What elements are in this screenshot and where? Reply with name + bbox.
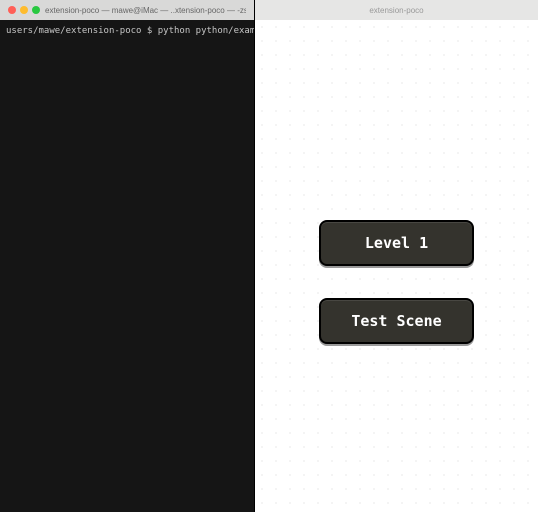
game-titlebar: extension-poco: [255, 0, 538, 20]
minimize-icon[interactable]: [20, 6, 28, 14]
close-icon[interactable]: [8, 6, 16, 14]
game-window: extension-poco Level 1 Test Scene: [254, 0, 538, 512]
test-scene-button[interactable]: Test Scene: [319, 298, 474, 344]
game-canvas: Level 1 Test Scene: [255, 20, 538, 512]
terminal-title: extension-poco — mawe@iMac — ..xtension-…: [45, 6, 246, 15]
button-label: Level 1: [365, 234, 428, 252]
maximize-icon[interactable]: [32, 6, 40, 14]
terminal-prompt-line: users/mawe/extension-poco $ python pytho…: [6, 24, 248, 38]
traffic-lights: [8, 6, 40, 14]
terminal-window: extension-poco — mawe@iMac — ..xtension-…: [0, 0, 254, 512]
button-label: Test Scene: [351, 312, 441, 330]
prompt-path: users/mawe/extension-poco: [6, 26, 141, 36]
prompt-symbol: $: [147, 26, 152, 36]
terminal-body[interactable]: users/mawe/extension-poco $ python pytho…: [0, 20, 254, 512]
level1-button[interactable]: Level 1: [319, 220, 474, 266]
terminal-titlebar: extension-poco — mawe@iMac — ..xtension-…: [0, 0, 254, 20]
game-title: extension-poco: [369, 6, 423, 15]
